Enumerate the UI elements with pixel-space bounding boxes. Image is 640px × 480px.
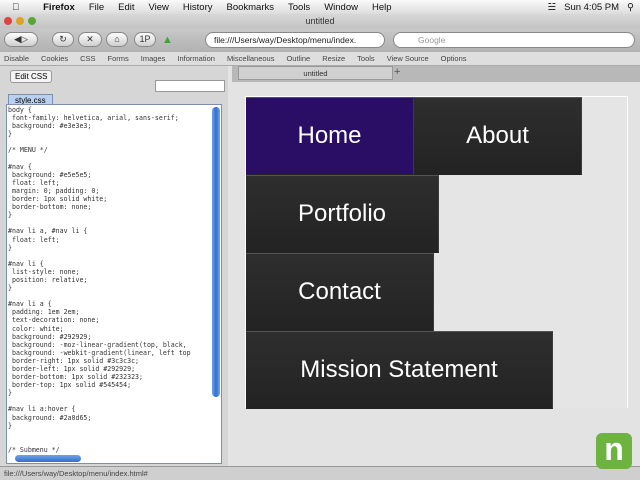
wifi-icon[interactable]: ☱ — [548, 2, 557, 13]
wd-miscellaneous[interactable]: Miscellaneous — [227, 54, 275, 63]
window-title: untitled — [305, 16, 335, 26]
new-tab-button[interactable]: + — [394, 66, 400, 78]
web-developer-toolbar: Disable Cookies CSS Forms Images Informa… — [0, 52, 640, 66]
watermark-logo: n — [596, 433, 632, 469]
menu-edit[interactable]: Edit — [118, 2, 134, 13]
menu-file[interactable]: File — [89, 2, 104, 13]
url-field[interactable]: file:///Users/way/Desktop/menu/index. — [205, 32, 385, 48]
wd-forms[interactable]: Forms — [108, 54, 129, 63]
addon-icon[interactable]: ▲ — [162, 34, 173, 46]
minimize-window-button[interactable] — [16, 17, 24, 25]
menu-tools[interactable]: Tools — [288, 2, 310, 13]
stop-button[interactable]: ✕ — [78, 32, 102, 47]
menu-view[interactable]: View — [149, 2, 169, 13]
wd-css[interactable]: CSS — [80, 54, 95, 63]
mac-menubar:  Firefox File Edit View History Bookmar… — [0, 0, 640, 14]
nav-item-portfolio[interactable]: Portfolio — [246, 175, 439, 253]
nav-item-mission-statement[interactable]: Mission Statement — [246, 331, 553, 409]
menu-help[interactable]: Help — [372, 2, 392, 13]
back-button[interactable]: ◀▷ — [4, 32, 38, 47]
search-field[interactable]: Google — [393, 32, 635, 48]
wd-images[interactable]: Images — [141, 54, 166, 63]
apple-icon[interactable]:  — [12, 2, 19, 13]
menu-bookmarks[interactable]: Bookmarks — [226, 2, 274, 13]
wd-tools[interactable]: Tools — [357, 54, 375, 63]
menu-history[interactable]: History — [183, 2, 213, 13]
navigation-toolbar: ◀▷ ↻ ✕ ⌂ 1P ▲ file:///Users/way/Desktop/… — [0, 28, 640, 52]
home-button[interactable]: ⌂ — [106, 32, 128, 47]
nav-item-home[interactable]: Home — [246, 97, 414, 175]
menu-app[interactable]: Firefox — [43, 2, 75, 13]
wd-resize[interactable]: Resize — [322, 54, 345, 63]
onepassword-button[interactable]: 1P — [134, 32, 156, 47]
clock[interactable]: Sun 4:05 PM — [564, 2, 619, 13]
sidebar-search-input[interactable] — [155, 80, 225, 92]
wd-disable[interactable]: Disable — [4, 54, 29, 63]
wd-options[interactable]: Options — [441, 54, 467, 63]
wd-outline[interactable]: Outline — [286, 54, 310, 63]
edit-css-tooltip: Edit CSS — [10, 70, 53, 83]
zoom-window-button[interactable] — [28, 17, 36, 25]
reload-button[interactable]: ↻ — [52, 32, 74, 47]
wd-view-source[interactable]: View Source — [387, 54, 429, 63]
nav-item-about[interactable]: About — [414, 97, 582, 175]
css-editor[interactable]: body { font-family: helvetica, arial, sa… — [6, 104, 222, 464]
tab-untitled[interactable]: untitled — [238, 66, 393, 80]
status-bar: file:///Users/way/Desktop/menu/index.htm… — [0, 466, 640, 480]
wd-cookies[interactable]: Cookies — [41, 54, 68, 63]
spotlight-icon[interactable]: ⚲ — [627, 2, 634, 13]
close-window-button[interactable] — [4, 17, 12, 25]
vertical-scrollbar[interactable] — [212, 107, 220, 397]
css-code[interactable]: body { font-family: helvetica, arial, sa… — [7, 105, 221, 454]
nav-item-contact[interactable]: Contact — [246, 253, 434, 331]
horizontal-scrollbar[interactable] — [15, 455, 81, 462]
menu-window[interactable]: Window — [324, 2, 358, 13]
window-titlebar: untitled — [0, 14, 640, 28]
wd-information[interactable]: Information — [177, 54, 215, 63]
nav-menu: Home About Portfolio Contact Mission Sta… — [245, 96, 628, 409]
